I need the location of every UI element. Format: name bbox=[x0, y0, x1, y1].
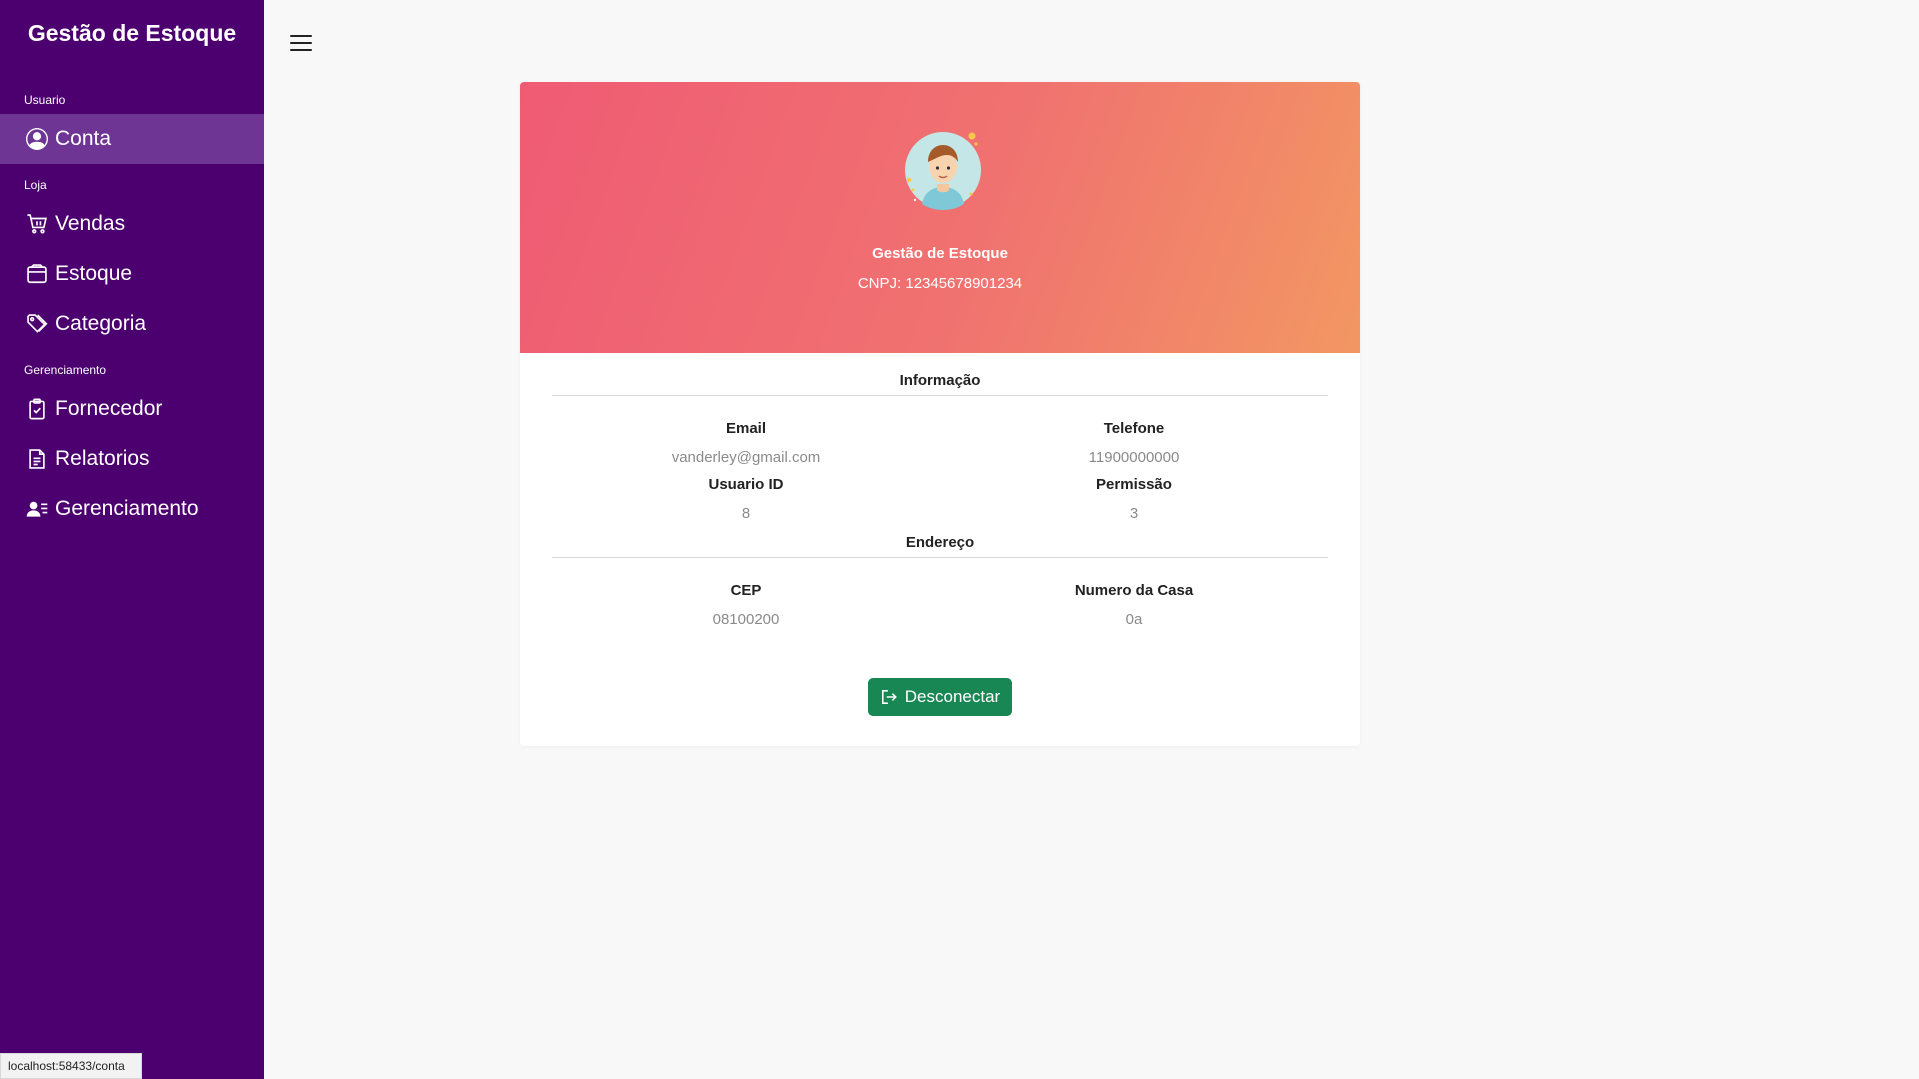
user-id-value: 8 bbox=[741, 505, 751, 522]
avatar bbox=[905, 132, 981, 210]
email-label: Email bbox=[725, 420, 767, 437]
sidebar: Gestão de Estoque Usuario Conta Loja Ven… bbox=[0, 0, 264, 1079]
user-circle-icon bbox=[26, 128, 48, 150]
address-divider bbox=[552, 557, 1328, 558]
phone-label: Telefone bbox=[1103, 420, 1165, 437]
user-id-label: Usuario ID bbox=[708, 476, 784, 493]
account-card: Gestão de Estoque CNPJ: 12345678901234 I… bbox=[520, 82, 1360, 746]
sidebar-item-label: Vendas bbox=[55, 212, 126, 235]
sidebar-item-categoria[interactable]: Categoria bbox=[0, 299, 264, 349]
phone-field: Telefone 11900000000 bbox=[940, 420, 1328, 466]
status-bar-url: localhost:58433/conta bbox=[0, 1053, 142, 1079]
user-id-field: Usuario ID 8 bbox=[552, 476, 940, 522]
permission-value: 3 bbox=[1129, 505, 1139, 522]
box-icon bbox=[26, 263, 48, 285]
hamburger-menu-icon[interactable] bbox=[290, 35, 312, 55]
house-number-value: 0a bbox=[1125, 611, 1143, 628]
house-number-field: Numero da Casa 0a bbox=[940, 582, 1328, 628]
info-grid: Email vanderley@gmail.com Telefone 11900… bbox=[552, 420, 1328, 522]
cep-field: CEP 08100200 bbox=[552, 582, 940, 628]
section-label-gerenciamento: Gerenciamento bbox=[24, 363, 107, 377]
info-divider bbox=[552, 395, 1328, 396]
cart-icon bbox=[26, 213, 48, 235]
file-text-icon bbox=[26, 448, 48, 470]
logout-button-label: Desconectar bbox=[904, 687, 1001, 706]
email-value: vanderley@gmail.com bbox=[671, 449, 821, 466]
sidebar-item-conta[interactable]: Conta bbox=[0, 114, 264, 164]
section-label-loja: Loja bbox=[24, 178, 47, 192]
sidebar-item-label: Fornecedor bbox=[55, 397, 163, 420]
sidebar-item-label: Gerenciamento bbox=[55, 497, 199, 520]
phone-value: 11900000000 bbox=[1088, 449, 1180, 466]
tags-icon bbox=[26, 313, 48, 335]
profile-name: Gestão de Estoque bbox=[872, 245, 1008, 262]
sidebar-brand: Gestão de Estoque bbox=[27, 20, 237, 46]
logout-icon bbox=[880, 688, 898, 706]
clipboard-check-icon bbox=[26, 398, 48, 420]
section-label-usuario: Usuario bbox=[24, 93, 66, 107]
sidebar-item-label: Relatorios bbox=[55, 447, 150, 470]
logout-button[interactable]: Desconectar bbox=[868, 678, 1012, 716]
cep-label: CEP bbox=[730, 582, 762, 599]
sidebar-item-estoque[interactable]: Estoque bbox=[0, 249, 264, 299]
sidebar-item-label: Conta bbox=[55, 127, 112, 150]
email-field: Email vanderley@gmail.com bbox=[552, 420, 940, 466]
address-grid: CEP 08100200 Numero da Casa 0a bbox=[552, 582, 1328, 628]
info-section-title: Informação bbox=[899, 372, 981, 389]
profile-cnpj: CNPJ: 12345678901234 bbox=[857, 275, 1023, 292]
cep-value: 08100200 bbox=[712, 611, 780, 628]
permission-field: Permissão 3 bbox=[940, 476, 1328, 522]
person-lines-icon bbox=[26, 498, 48, 520]
house-number-label: Numero da Casa bbox=[1074, 582, 1194, 599]
sidebar-item-gerenciamento[interactable]: Gerenciamento bbox=[0, 484, 264, 534]
permission-label: Permissão bbox=[1096, 476, 1172, 493]
profile-header: Gestão de Estoque CNPJ: 12345678901234 bbox=[520, 82, 1360, 353]
sidebar-item-vendas[interactable]: Vendas bbox=[0, 199, 264, 249]
sidebar-item-label: Estoque bbox=[55, 262, 133, 285]
address-section-title: Endereço bbox=[905, 534, 975, 551]
sidebar-item-label: Categoria bbox=[55, 312, 147, 335]
sidebar-item-relatorios[interactable]: Relatorios bbox=[0, 434, 264, 484]
sidebar-item-fornecedor[interactable]: Fornecedor bbox=[0, 384, 264, 434]
